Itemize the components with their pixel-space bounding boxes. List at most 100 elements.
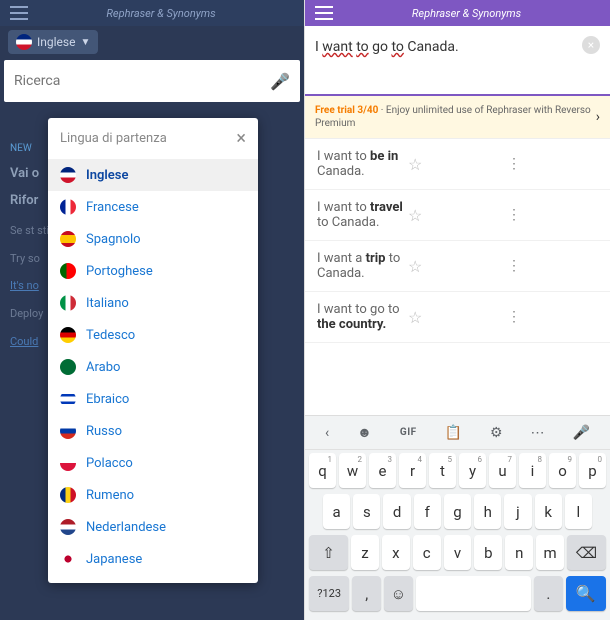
right-header: Rephraser & Synonyms [305,0,610,26]
close-icon[interactable]: × [236,128,246,149]
ru-flag-icon [60,423,76,439]
key-i[interactable]: i8 [519,453,546,488]
language-name: Arabo [86,360,120,375]
key-l[interactable]: l [565,494,592,529]
more-icon[interactable]: ⋮ [507,309,598,325]
suggestion-item[interactable]: I want to travel to Canada.☆ ⋮ [305,190,610,241]
uk-flag-icon [60,167,76,183]
search-input[interactable] [14,73,270,89]
suggestion-item[interactable]: I need to get to Canada.☆⋮ [305,343,610,352]
language-selector[interactable]: Inglese ▼ [8,30,98,54]
ro-flag-icon [60,487,76,503]
language-item-rumeno[interactable]: Rumeno [48,479,258,511]
key-e[interactable]: e3 [369,453,396,488]
more-icon[interactable]: ⋯ [531,425,545,441]
key-s[interactable]: s [353,494,380,529]
keyboard-row: asdfghjkl [305,491,610,532]
key-v[interactable]: v [444,535,472,570]
suggestion-item[interactable]: I want to go to the country.☆⋮ [305,292,610,343]
key-k[interactable]: k [535,494,562,529]
key-d[interactable]: d [383,494,410,529]
gif-button[interactable]: GIF [400,427,417,438]
pt-flag-icon [60,263,76,279]
clear-icon[interactable]: × [582,36,600,54]
key-a[interactable]: a [323,494,350,529]
period-key[interactable]: . [534,576,563,611]
language-item-nederlandese[interactable]: Nederlandese [48,511,258,543]
key-m[interactable]: m [536,535,564,570]
suggestion-text: I want to be in Canada. [317,149,408,179]
language-name: Russo [86,424,122,439]
premium-banner[interactable]: Free trial 3/40 · Enjoy unlimited use of… [305,96,610,139]
keyboard-row: ?123 , ☺ . 🔍 [305,573,610,614]
language-modal: Lingua di partenza × IngleseFranceseSpag… [48,118,258,583]
more-icon[interactable]: ⋮ [507,156,598,172]
language-item-inglese[interactable]: Inglese [48,159,258,191]
settings-icon[interactable]: ⚙ [490,425,503,441]
key-g[interactable]: g [444,494,471,529]
key-x[interactable]: x [382,535,410,570]
suggestions-list: I want to be in Canada.☆⋮I want to trave… [305,139,610,352]
key-q[interactable]: q1 [309,453,336,488]
suggestion-item[interactable]: I want a trip to Canada.☆ ⋮ [305,241,610,292]
hamburger-icon[interactable] [10,6,28,20]
language-item-italiano[interactable]: Italiano [48,287,258,319]
key-h[interactable]: h [474,494,501,529]
hamburger-icon[interactable] [315,6,333,20]
left-screen: Rephraser & Synonyms Inglese ▼ 🎤 NEW Vai… [0,0,305,620]
search-key[interactable]: 🔍 [566,576,606,611]
symbols-key[interactable]: ?123 [309,576,349,611]
language-item-tedesco[interactable]: Tedesco [48,319,258,351]
key-r[interactable]: r4 [399,453,426,488]
star-icon[interactable]: ☆ [408,257,499,276]
key-t[interactable]: t5 [429,453,456,488]
nl-flag-icon [60,519,76,535]
suggestion-item[interactable]: I want to be in Canada.☆ ⋮ [305,139,610,190]
language-name: Polacco [86,456,133,471]
chevron-right-icon: › [596,109,600,125]
comma-key[interactable]: , [352,576,381,611]
key-o[interactable]: o9 [549,453,576,488]
key-n[interactable]: n [505,535,533,570]
language-name: Ebraico [86,392,129,407]
suggestion-text: I want a trip to Canada. [317,251,408,281]
language-item-spagnolo[interactable]: Spagnolo [48,223,258,255]
key-b[interactable]: b [474,535,502,570]
language-item-polacco[interactable]: Polacco [48,447,258,479]
sticker-icon[interactable]: ☻ [357,424,372,441]
key-c[interactable]: c [413,535,441,570]
star-icon[interactable]: ☆ [408,155,499,174]
star-icon[interactable]: ☆ [408,206,499,225]
backspace-key[interactable]: ⌫ [567,535,606,570]
clipboard-icon[interactable]: 📋 [445,425,462,441]
space-key[interactable] [416,576,531,611]
key-p[interactable]: p0 [579,453,606,488]
more-icon[interactable]: ⋮ [507,207,598,223]
star-icon[interactable]: ☆ [408,308,499,327]
emoji-key[interactable]: ☺ [384,576,413,611]
language-item-russo[interactable]: Russo [48,415,258,447]
mic-icon[interactable]: 🎤 [572,425,589,441]
jp-flag-icon [60,551,76,567]
language-item-francese[interactable]: Francese [48,191,258,223]
search-box[interactable]: 🎤 [4,60,300,102]
key-j[interactable]: j [504,494,531,529]
key-w[interactable]: w2 [339,453,366,488]
key-z[interactable]: z [351,535,379,570]
uk-flag-icon [16,34,32,50]
language-item-ebraico[interactable]: Ebraico [48,383,258,415]
language-item-portoghese[interactable]: Portoghese [48,255,258,287]
key-f[interactable]: f [414,494,441,529]
input-text[interactable]: I want to go to Canada. [315,39,459,55]
key-u[interactable]: u7 [489,453,516,488]
mic-icon[interactable]: 🎤 [270,72,290,91]
shift-key[interactable]: ⇧ [309,535,348,570]
chevron-left-icon[interactable]: ‹ [325,425,329,441]
language-item-japanese[interactable]: Japanese [48,543,258,575]
input-area[interactable]: I want to go to Canada. × [305,26,610,96]
key-y[interactable]: y6 [459,453,486,488]
suggestion-text: I want to travel to Canada. [317,200,408,230]
language-item-arabo[interactable]: Arabo [48,351,258,383]
language-label: Inglese [37,35,75,49]
more-icon[interactable]: ⋮ [507,258,598,274]
